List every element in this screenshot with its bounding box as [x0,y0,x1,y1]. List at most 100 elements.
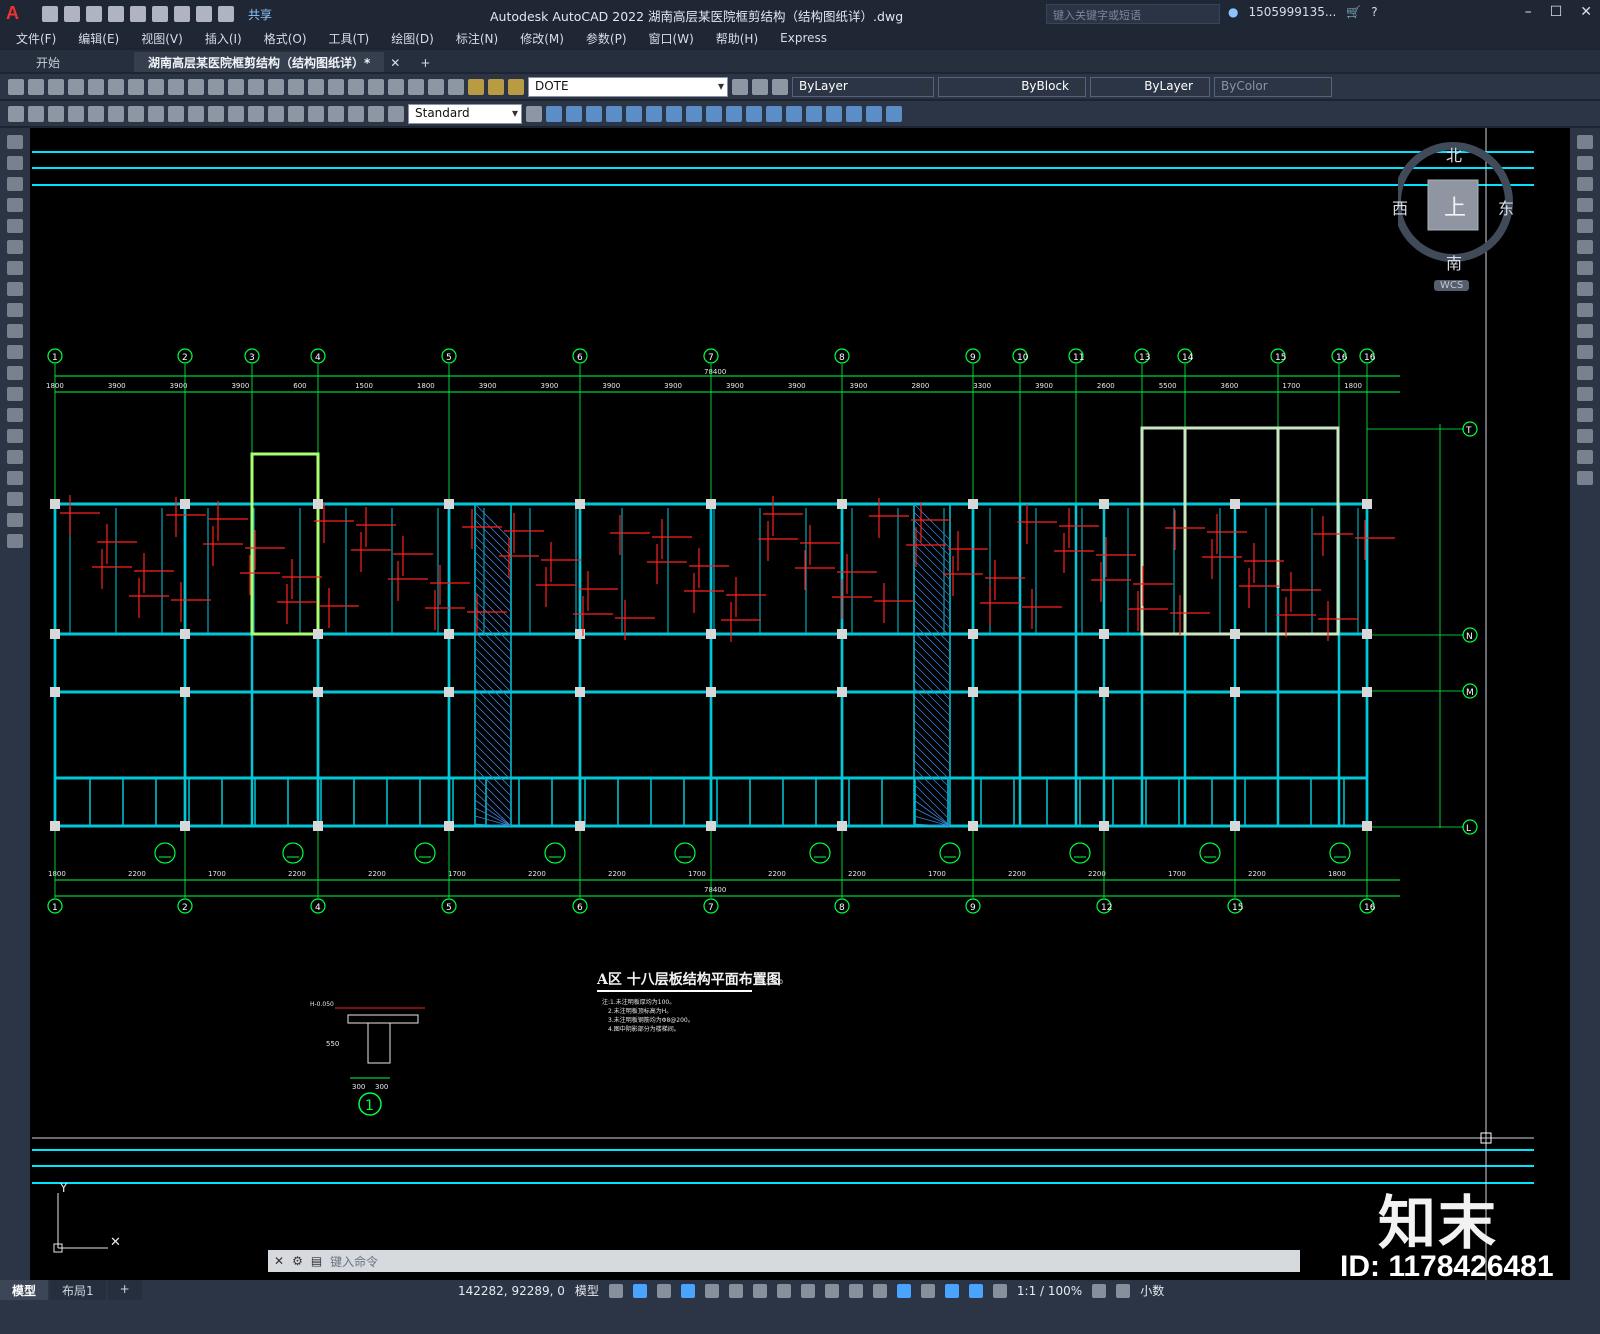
point-icon[interactable] [7,408,23,422]
menu-help[interactable]: 帮助(H) [716,30,758,47]
close-icon[interactable]: ✕ [1580,4,1592,20]
zoom-previous-icon[interactable] [308,78,324,95]
plot-icon[interactable] [174,6,190,22]
save-icon[interactable] [86,6,102,22]
workspace-icon[interactable] [1092,1283,1107,1298]
join-icon[interactable] [786,105,802,122]
mtext-icon[interactable] [7,513,23,527]
line-icon[interactable] [7,135,23,149]
design-center-icon[interactable] [348,78,364,95]
share-button[interactable]: 共享 [248,6,272,23]
rotate-icon[interactable] [1577,261,1593,275]
move-icon[interactable] [646,105,662,122]
paste-icon[interactable] [168,78,184,95]
gradient-icon[interactable] [7,450,23,464]
user-account-icon[interactable]: ● [1228,5,1238,19]
tab-layout1[interactable]: 布局1 [50,1280,106,1300]
insert-block-icon[interactable] [7,366,23,380]
lineweight-select[interactable]: ByLayer [1090,76,1210,97]
gizmo-icon[interactable] [944,1283,959,1298]
mirror-icon[interactable] [586,105,602,122]
chamfer-icon[interactable] [1577,408,1593,422]
object-snap-icon[interactable] [776,1283,791,1298]
aligned-dimension-icon[interactable] [28,105,44,122]
selection-cycling-icon[interactable] [848,1283,863,1298]
tab-start[interactable]: 开始 [22,52,74,72]
auto-scale-icon[interactable] [992,1283,1007,1298]
menu-tools[interactable]: 工具(T) [329,30,370,47]
stretch-icon[interactable] [1577,303,1593,317]
circle-icon[interactable] [7,261,23,275]
properties-icon[interactable] [328,78,344,95]
color-select[interactable]: ByLayer [792,76,934,97]
array-icon[interactable] [1577,219,1593,233]
menu-edit[interactable]: 编辑(E) [78,30,119,47]
arc-length-icon[interactable] [48,105,64,122]
annotation-monitor-icon[interactable] [1116,1283,1131,1298]
tab-close-icon[interactable]: ✕ [384,54,406,72]
command-line[interactable]: ✕ ⚙ ▤ 键入命令 [268,1250,1300,1272]
dimension-update-icon[interactable] [388,105,404,122]
wcs-menu[interactable]: WCS [1434,280,1470,291]
offset-icon[interactable] [606,105,622,122]
copy-icon[interactable] [1577,156,1593,170]
command-close-icon[interactable]: ✕ [274,1254,284,1268]
dimstyle-select[interactable]: Standard [408,103,522,124]
tool-palettes-icon[interactable] [368,78,384,95]
polygon-icon[interactable] [7,198,23,212]
publish-icon[interactable] [108,78,124,95]
mirror-icon[interactable] [1577,177,1593,191]
redo-icon[interactable] [228,78,244,95]
open-file-icon[interactable] [64,6,80,22]
jogged-dimension-icon[interactable] [108,105,124,122]
baseline-dimension-icon[interactable] [188,105,204,122]
units-display[interactable]: 小数 [1140,1282,1164,1299]
make-current-layer-icon[interactable] [732,78,748,95]
selection-filter-icon[interactable] [920,1283,935,1298]
undo-icon[interactable] [208,78,224,95]
viewcube-south[interactable]: 南 [1446,250,1462,274]
polar-icon[interactable] [704,1283,719,1298]
annotation-visibility-icon[interactable] [968,1283,983,1298]
inspection-icon[interactable] [308,105,324,122]
hatch-icon[interactable] [7,429,23,443]
offset-icon[interactable] [1577,198,1593,212]
layer-on-icon[interactable] [488,78,504,95]
viewcube[interactable]: 北 南 东 西 上 WCS [1392,140,1518,291]
blend-icon[interactable] [1577,450,1593,464]
region-icon[interactable] [7,471,23,485]
ortho-icon[interactable] [680,1283,695,1298]
export-icon[interactable] [152,6,168,22]
pan-icon[interactable] [248,78,264,95]
dimension-space-icon[interactable] [228,105,244,122]
spline-icon[interactable] [7,303,23,317]
sheet-set-icon[interactable] [388,78,404,95]
lineweight-icon[interactable] [800,1283,815,1298]
qnew-icon[interactable] [8,78,24,95]
viewcube-west[interactable]: 西 [1392,195,1408,219]
layer-select[interactable]: DOTE [528,76,728,97]
import-icon[interactable] [130,6,146,22]
trim-icon[interactable] [1577,324,1593,338]
copy-object-icon[interactable] [566,105,582,122]
join-icon[interactable] [1577,387,1593,401]
ellipse-icon[interactable] [7,324,23,338]
menu-view[interactable]: 视图(V) [141,30,183,47]
grid-icon[interactable] [608,1283,623,1298]
menu-parametric[interactable]: 参数(P) [586,30,627,47]
dimstyle-manager-icon[interactable] [526,105,542,122]
maximize-icon[interactable]: ☐ [1550,4,1563,20]
print-icon[interactable] [68,78,84,95]
isodraft-icon[interactable] [728,1283,743,1298]
group-icon[interactable] [886,105,902,122]
tab-model[interactable]: 模型 [0,1280,49,1300]
table-icon[interactable] [7,492,23,506]
linear-dimension-icon[interactable] [8,105,24,122]
menu-dimension[interactable]: 标注(N) [456,30,498,47]
drawing-canvas[interactable]: 78400 78400 1800 3900 3900 3900 600 1500 1800 390… [30,128,1570,1280]
command-customize-icon[interactable]: ⚙ [292,1254,303,1268]
infer-constraints-icon[interactable] [656,1283,671,1298]
cut-icon[interactable] [128,78,144,95]
help-icon[interactable] [448,78,464,95]
markup-icon[interactable] [408,78,424,95]
